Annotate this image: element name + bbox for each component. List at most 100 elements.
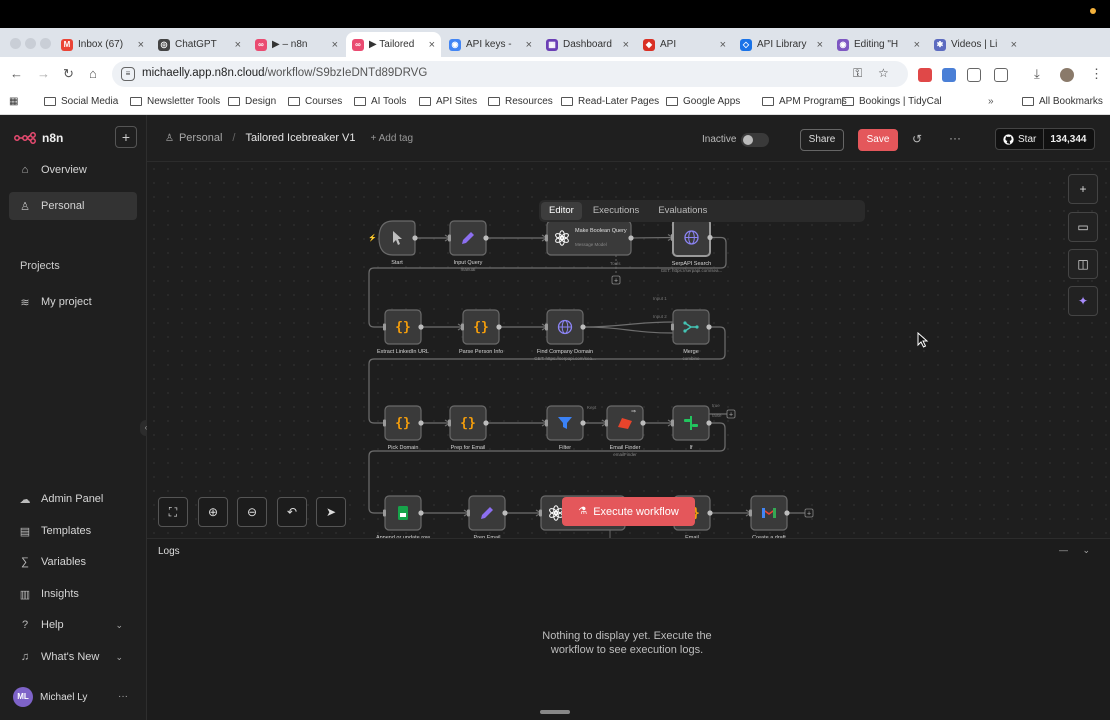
close-tab-icon[interactable]: × xyxy=(914,39,920,51)
ai-sparkle-icon[interactable]: ✦ xyxy=(1068,286,1098,316)
output-handle[interactable] xyxy=(502,510,508,516)
close-tab-icon[interactable]: × xyxy=(429,39,435,51)
address-bar[interactable]: ≡ michaelly.app.n8n.cloud/workflow/S9bzI… xyxy=(112,61,908,87)
close-tab-icon[interactable]: × xyxy=(526,39,532,51)
bookmark-item[interactable]: API Sites xyxy=(419,96,477,107)
site-info-icon[interactable]: ≡ xyxy=(121,67,135,81)
n8n-logo[interactable]: n8n xyxy=(14,131,63,145)
input-handle[interactable] xyxy=(671,419,674,427)
output-handle[interactable] xyxy=(412,235,418,241)
workflow-node[interactable]: ⇒ Email FinderemailFinder xyxy=(605,405,646,457)
save-button[interactable]: Save xyxy=(858,129,898,151)
input-handle[interactable] xyxy=(749,509,752,517)
tab-executions[interactable]: Executions xyxy=(585,202,647,220)
sticky-note-icon[interactable]: ▭ xyxy=(1068,212,1098,242)
bookmark-item[interactable]: Resources xyxy=(488,96,553,107)
browser-tab[interactable]: ◇ API Library × xyxy=(734,32,829,57)
input-handle[interactable] xyxy=(448,419,451,427)
forward-button[interactable]: → xyxy=(37,66,50,81)
output-handle[interactable] xyxy=(707,510,713,516)
input-handle[interactable] xyxy=(545,323,548,331)
bookmark-star-icon[interactable]: ☆ xyxy=(878,66,889,80)
bookmark-item[interactable]: Google Apps xyxy=(666,96,740,107)
zoom-out-icon[interactable]: ⊖ xyxy=(237,497,267,527)
extensions-puzzle-icon[interactable] xyxy=(994,68,1008,82)
download-icon[interactable]: ⤓ xyxy=(1034,66,1040,82)
user-menu-icon[interactable]: ··· xyxy=(118,691,128,702)
undo-icon[interactable]: ↶ xyxy=(277,497,307,527)
workflow-node[interactable]: SerpAPI SearchGET: https://serpapi.com/s… xyxy=(661,218,723,273)
sidebar-item-insights[interactable]: ▥ Insights xyxy=(9,580,137,608)
output-handle[interactable] xyxy=(418,420,424,426)
browser-menu-icon[interactable]: ⋮ xyxy=(1090,66,1103,82)
input-handle[interactable] xyxy=(539,509,542,517)
more-options-icon[interactable]: ··· xyxy=(949,131,961,145)
workflow-node[interactable]: Filter xyxy=(545,405,586,451)
output-handle[interactable] xyxy=(707,234,713,241)
tab-editor[interactable]: Editor xyxy=(541,202,582,220)
workflow-title[interactable]: Tailored Icebreaker V1 xyxy=(245,132,355,144)
output-handle[interactable] xyxy=(706,420,712,426)
user-profile[interactable]: ML Michael Ly xyxy=(13,687,87,707)
browser-tab[interactable]: ◉ API keys - × xyxy=(443,32,538,57)
sidebar-item-admin-panel[interactable]: ☁ Admin Panel xyxy=(9,485,137,513)
back-button[interactable]: ← xyxy=(10,66,23,81)
browser-tab[interactable]: ∞ ▶ Tailored × xyxy=(346,32,441,57)
output-handle[interactable] xyxy=(580,420,586,426)
browser-tab[interactable]: ▦ Dashboard × xyxy=(540,32,635,57)
workflow-node[interactable]: Input Querymanual xyxy=(448,220,489,272)
output-handle[interactable] xyxy=(496,324,502,330)
browser-tab[interactable]: M Inbox (67) × xyxy=(55,32,150,57)
close-tab-icon[interactable]: × xyxy=(235,39,241,51)
input-handle[interactable] xyxy=(671,234,674,241)
sidebar-item-my-project[interactable]: ≋ My project xyxy=(9,288,137,316)
output-handle[interactable] xyxy=(483,235,489,241)
workflow-node[interactable]: Append or update rowin sheetappendOrUpda… xyxy=(376,495,430,538)
output-handle[interactable] xyxy=(784,510,790,516)
output-handle[interactable] xyxy=(640,420,646,426)
tidy-icon[interactable]: ➤ xyxy=(316,497,346,527)
add-tag-button[interactable]: + Add tag xyxy=(371,133,414,144)
workflow-node[interactable]: Make Boolean Query Message Model xyxy=(545,220,634,256)
workflow-node[interactable]: {} Parse Person Info xyxy=(459,309,503,355)
output-handle[interactable] xyxy=(418,324,424,330)
sidebar-item-personal[interactable]: ♙ Personal xyxy=(9,192,137,220)
fit-view-icon[interactable]: ⛶ xyxy=(158,497,188,527)
input-handle[interactable] xyxy=(448,234,451,242)
input-handle[interactable] xyxy=(545,234,548,242)
browser-tab[interactable]: ✱ Videos | Li × xyxy=(928,32,1023,57)
profile-avatar[interactable] xyxy=(1060,68,1074,82)
bookmark-item[interactable]: Social Media xyxy=(44,96,118,107)
workflow-node[interactable]: {} Extract LinkedIn URL xyxy=(377,309,429,355)
close-tab-icon[interactable]: × xyxy=(1011,39,1017,51)
key-icon[interactable]: ⚿ xyxy=(853,66,862,81)
history-icon[interactable]: ↺ xyxy=(912,132,922,146)
output-handle[interactable] xyxy=(418,510,424,516)
all-bookmarks[interactable]: All Bookmarks xyxy=(1022,96,1103,107)
workflow-node[interactable]: ⚡ Start xyxy=(368,220,418,266)
input-handle[interactable] xyxy=(383,509,386,517)
sidebar-item-templates[interactable]: ▤ Templates xyxy=(9,517,137,545)
workflow-node[interactable]: {} Prep for Email xyxy=(448,405,489,451)
plus-icon[interactable]: + xyxy=(1068,174,1098,204)
sidebar-item-variables[interactable]: ∑ Variables xyxy=(9,548,137,576)
bookmark-item[interactable]: APM Programs xyxy=(762,96,847,107)
close-tab-icon[interactable]: × xyxy=(817,39,823,51)
breadcrumb-project[interactable]: Personal xyxy=(179,132,222,144)
input-handle[interactable] xyxy=(461,323,464,331)
apps-icon[interactable]: ▦ xyxy=(9,96,18,107)
input-handle[interactable] xyxy=(467,509,470,517)
resize-handle[interactable] xyxy=(540,710,570,714)
github-star-button[interactable]: Star 134,344 xyxy=(995,128,1095,150)
tab-evaluations[interactable]: Evaluations xyxy=(650,202,715,220)
workflow-node[interactable]: Prep Emailmanual xyxy=(467,495,508,538)
extension-icon[interactable] xyxy=(942,68,956,82)
bookmark-item[interactable]: Read-Later Pages xyxy=(561,96,659,107)
execute-workflow-button[interactable]: ⚗ Execute workflow xyxy=(562,497,695,526)
workflow-canvas[interactable]: Input 1 Input 2 Kept true false + + + Tools ⚡ Star… xyxy=(147,162,1110,538)
create-button[interactable]: + xyxy=(115,126,137,148)
reload-button[interactable]: ↻ xyxy=(63,66,74,82)
zoom-in-icon[interactable]: ⊕ xyxy=(198,497,228,527)
close-tab-icon[interactable]: × xyxy=(332,39,338,51)
input-handle[interactable] xyxy=(383,419,386,427)
